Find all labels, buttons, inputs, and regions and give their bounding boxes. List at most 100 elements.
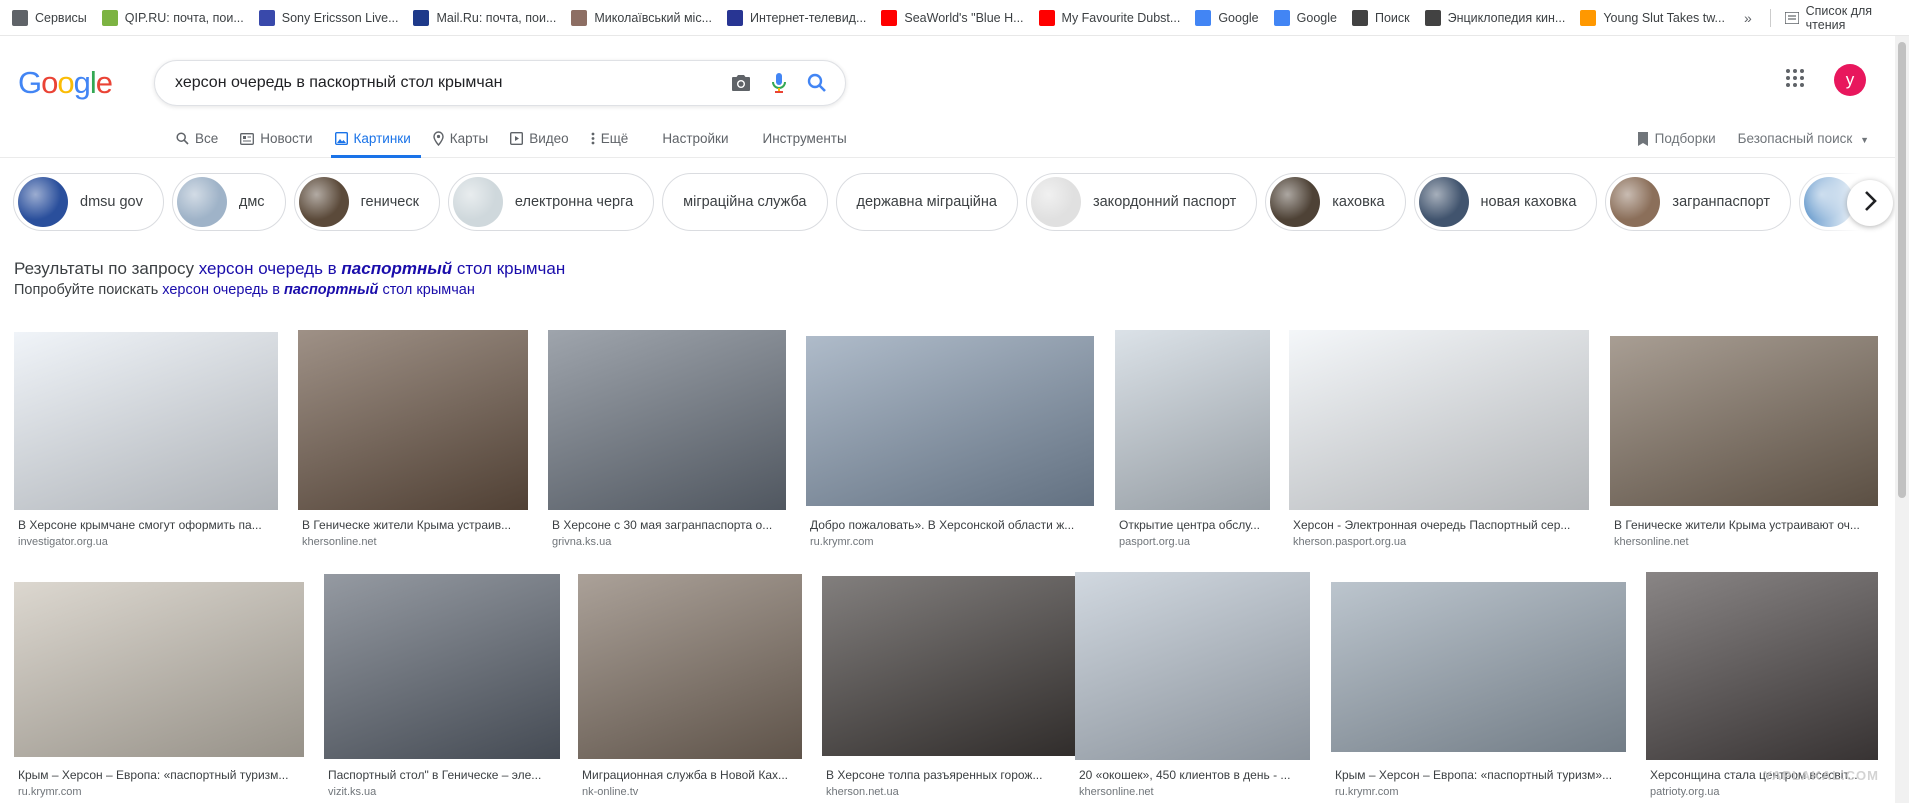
result-source[interactable]: khersonline.net [302,536,526,548]
result-title[interactable]: Миграционная служба в Новой Ках... [582,768,800,782]
bookmark-item[interactable]: QIP.RU: почта, пои... [96,6,250,30]
chip-thumbnail [298,177,349,227]
result-thumbnail[interactable] [1075,572,1310,760]
tab-2[interactable]: Картинки [330,120,421,158]
bookmark-item[interactable]: Интернет-телевид... [721,6,872,30]
related-chip[interactable]: електронна черга [447,173,655,231]
result-source[interactable]: patrioty.org.ua [1650,786,1876,798]
result-source[interactable]: investigator.org.ua [18,536,276,548]
bookmarks-more-button[interactable]: » [1734,10,1762,26]
result-thumbnail[interactable] [578,574,802,759]
results-prefix: Результаты по запросу [14,259,195,278]
result-thumbnail[interactable] [14,332,278,510]
result-title[interactable]: Открытие центра обслу... [1119,518,1268,532]
tab-6[interactable]: Настройки [646,120,738,157]
result-title[interactable]: Добро пожаловать». В Херсонской области … [810,518,1092,532]
tab-label: Видео [529,131,569,146]
related-chip[interactable]: державна міграційна [835,173,1018,231]
tab-4[interactable]: Видео [506,120,578,157]
related-chip[interactable]: закордонний паспорт [1025,173,1258,231]
result-source[interactable]: khersonline.net [1079,786,1308,798]
result-title[interactable]: В Геническе жители Крыма устраив... [302,518,526,532]
related-chip[interactable]: геническ [293,173,440,231]
result-thumbnail[interactable] [1115,330,1270,510]
search-input[interactable] [175,74,715,92]
result-title[interactable]: В Херсоне с 30 мая загранпаспорта о... [552,518,784,532]
safesearch-menu[interactable]: Безопасный поиск ▼ [1738,131,1869,146]
try-query-link[interactable]: херсон очередь в паспортный стол крымчан [162,282,475,298]
result-source[interactable]: vizit.ks.ua [328,786,558,798]
result-source[interactable]: ru.krymr.com [18,786,302,798]
related-chip[interactable]: каховка [1265,173,1406,231]
bookmark-item[interactable]: My Favourite Dubst... [1033,6,1187,30]
chips-next-button[interactable] [1847,180,1893,226]
result-source[interactable]: ru.krymr.com [1335,786,1624,798]
result-thumbnail[interactable] [1331,582,1626,752]
related-chip[interactable]: новая каховка [1413,173,1598,231]
bookmark-item[interactable]: Энциклопедия кин... [1419,6,1572,30]
tab-5[interactable]: Ещё [587,120,639,157]
bookmark-item[interactable]: Поиск [1346,6,1416,30]
result-title[interactable]: В Херсоне крымчане смогут оформить па... [18,518,276,532]
scrollbar-thumb[interactable] [1898,42,1906,498]
corrected-query-link[interactable]: херсон очередь в паспортный стол крымчан [199,259,565,278]
tab-0[interactable]: Все [172,120,228,157]
result-thumbnail[interactable] [822,576,1087,756]
result-thumbnail[interactable] [1646,572,1878,760]
camera-icon[interactable] [729,71,753,95]
bookmark-item[interactable]: Google [1268,6,1343,30]
bookmark-item[interactable]: Сервисы [6,6,93,30]
result-title[interactable]: Крым – Херсон – Европа: «паспортный тури… [1335,768,1624,782]
bookmark-item[interactable]: Mail.Ru: почта, пои... [407,6,562,30]
result-source[interactable]: khersonline.net [1614,536,1876,548]
result-thumbnail[interactable] [1610,336,1878,506]
qip-icon [101,9,118,26]
result-source[interactable]: pasport.org.ua [1119,536,1268,548]
result-thumbnail[interactable] [324,574,560,759]
result-source[interactable]: ru.krymr.com [810,536,1092,548]
result-thumbnail[interactable] [298,330,528,510]
related-chip[interactable]: загранпаспорт [1605,173,1792,231]
reading-list-button[interactable]: Список для чтения [1779,4,1903,32]
result-thumbnail[interactable] [806,336,1094,506]
bookmark-item[interactable]: Sony Ericsson Live... [253,6,405,30]
avatar[interactable]: y [1834,64,1866,96]
chip-thumbnail [1418,177,1469,227]
related-chip[interactable]: dmsu gov [13,173,164,231]
tab-label: Картинки [353,131,411,146]
result-source[interactable]: kherson.pasport.org.ua [1293,536,1587,548]
search-tabs: Все Новости Картинки Карты Видео Ещё Настройки… [0,120,1909,158]
result-source[interactable]: kherson.net.ua [826,786,1085,798]
result-source[interactable]: grivna.ks.ua [552,536,784,548]
tab-1[interactable]: Новости [236,120,322,157]
tv-icon [726,9,743,26]
bookmark-item[interactable]: SeaWorld's "Blue H... [875,6,1029,30]
result-title[interactable]: В Херсоне толпа разъяренных горож... [826,768,1085,782]
search-box[interactable] [154,60,846,106]
result-thumbnail[interactable] [548,330,786,510]
result-thumbnail[interactable] [1289,330,1589,510]
google-logo[interactable]: Google [18,65,113,101]
bookmark-item[interactable]: Миколаївський міс... [565,6,718,30]
result-source[interactable]: nk-online.tv [582,786,800,798]
result-title[interactable]: Крым – Херсон – Европа: «паспортный тури… [18,768,302,782]
tab-3[interactable]: Карты [429,120,498,157]
result-thumbnail[interactable] [14,582,304,757]
bookmark-item[interactable]: Young Slut Takes tw... [1574,6,1731,30]
city-icon [571,9,588,26]
collections-link[interactable]: Подборки [1637,131,1716,147]
chip-thumbnail [176,177,227,227]
result-title[interactable]: 20 «окошек», 450 клиентов в день - ... [1079,768,1308,782]
result-title[interactable]: Паспортный стол" в Геническе – эле... [328,768,558,782]
result-title[interactable]: В Геническе жители Крыма устраивают оч..… [1614,518,1876,532]
microphone-icon[interactable] [767,71,791,95]
bookmark-item[interactable]: Google [1189,6,1264,30]
apps-grid-icon[interactable] [1785,68,1805,93]
scrollbar[interactable] [1895,36,1909,803]
related-chip[interactable]: міграційна служба [662,173,828,231]
chip-label: dmsu gov [80,194,143,210]
result-title[interactable]: Херсон - Электронная очередь Паспортный … [1293,518,1587,532]
related-chip[interactable]: дмс [171,173,286,231]
search-icon[interactable] [805,71,829,95]
tab-7[interactable]: Инструменты [747,120,857,157]
